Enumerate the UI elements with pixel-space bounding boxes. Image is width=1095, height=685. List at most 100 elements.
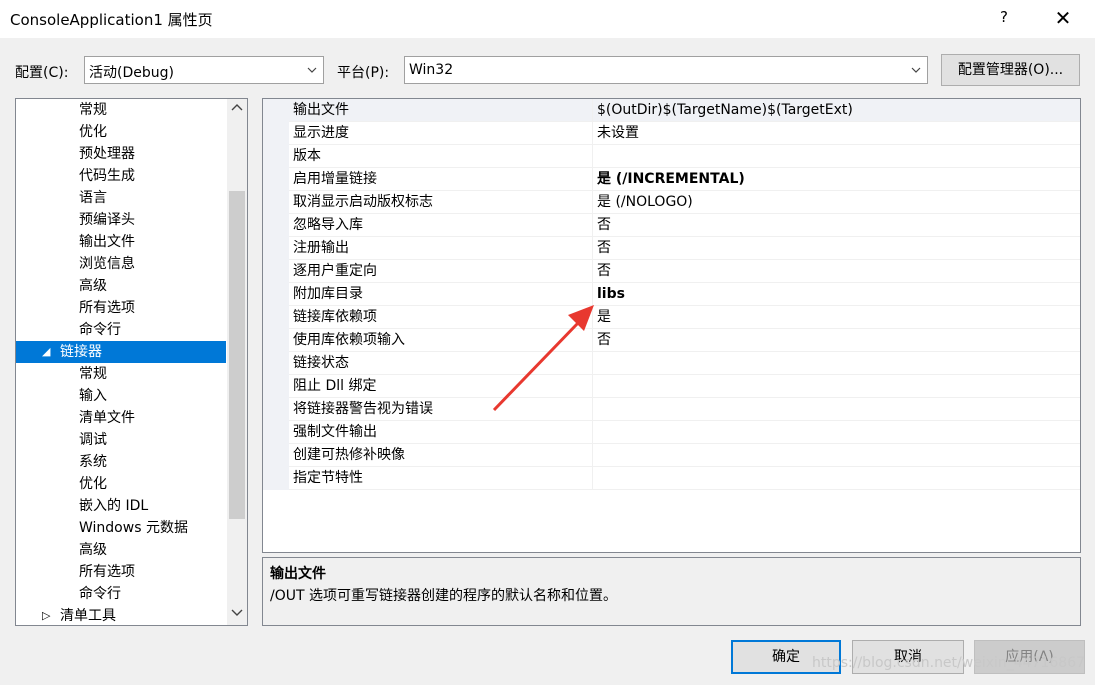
tree-item[interactable]: 常规 <box>16 99 226 121</box>
property-row[interactable]: 链接状态 <box>263 352 1080 375</box>
row-gutter <box>263 122 289 145</box>
tree-item[interactable]: 常规 <box>16 363 226 385</box>
tree-item-label: 预处理器 <box>79 146 135 162</box>
column-divider <box>592 398 593 421</box>
row-gutter <box>263 145 289 168</box>
chevron-down-icon <box>911 67 921 73</box>
tree-item[interactable]: ▷ 清单工具 <box>16 605 226 625</box>
property-name: 强制文件输出 <box>293 424 377 440</box>
tree-item[interactable]: 输入 <box>16 385 226 407</box>
tree-item[interactable]: 命令行 <box>16 319 226 341</box>
tree-item[interactable]: 调试 <box>16 429 226 451</box>
tree-item[interactable]: 高级 <box>16 275 226 297</box>
column-divider <box>592 99 593 122</box>
property-row[interactable]: 逐用户重定向 否 <box>263 260 1080 283</box>
chevron-down-icon[interactable] <box>231 607 243 617</box>
tree-item[interactable]: 命令行 <box>16 583 226 605</box>
property-row[interactable]: 强制文件输出 <box>263 421 1080 444</box>
tree-item-label: 输入 <box>79 388 107 404</box>
property-value[interactable]: 是 <box>597 306 611 329</box>
column-divider <box>592 352 593 375</box>
property-name: 忽略导入库 <box>293 217 363 233</box>
config-manager-button[interactable]: 配置管理器(O)... <box>941 54 1080 86</box>
help-button[interactable]: ? <box>1000 8 1008 26</box>
tree-item[interactable]: 嵌入的 IDL <box>16 495 226 517</box>
property-value[interactable]: 否 <box>597 260 611 283</box>
row-gutter <box>263 306 289 329</box>
property-name: 链接库依赖项 <box>293 309 377 325</box>
watermark: https://blog.csdn.net/weixin_44716867 <box>812 655 1086 671</box>
property-row[interactable]: 附加库目录 libs <box>263 283 1080 306</box>
tree-item[interactable]: 所有选项 <box>16 297 226 319</box>
property-row[interactable]: 使用库依赖项输入 否 <box>263 329 1080 352</box>
tree-item[interactable]: 浏览信息 <box>16 253 226 275</box>
property-name: 将链接器警告视为错误 <box>293 401 433 417</box>
property-name: 创建可热修补映像 <box>293 447 405 463</box>
property-row[interactable]: 忽略导入库 否 <box>263 214 1080 237</box>
tree-item-label: 优化 <box>79 476 107 492</box>
tree-item[interactable]: 清单文件 <box>16 407 226 429</box>
platform-select[interactable]: Win32 <box>404 56 928 84</box>
row-gutter <box>263 191 289 214</box>
property-row[interactable]: 指定节特性 <box>263 467 1080 490</box>
title-bar: ConsoleApplication1 属性页 ? ✕ <box>0 0 1095 38</box>
tree-item[interactable]: 预处理器 <box>16 143 226 165</box>
scrollbar-thumb[interactable] <box>229 191 245 519</box>
property-row[interactable]: 取消显示启动版权标志 是 (/NOLOGO) <box>263 191 1080 214</box>
tree-item[interactable]: 所有选项 <box>16 561 226 583</box>
property-value[interactable]: 是 (/NOLOGO) <box>597 191 693 214</box>
property-value[interactable]: 否 <box>597 329 611 352</box>
column-divider <box>592 260 593 283</box>
config-select[interactable]: 活动(Debug) <box>84 56 324 84</box>
property-value[interactable]: 否 <box>597 237 611 260</box>
tree-item[interactable]: 高级 <box>16 539 226 561</box>
property-value[interactable]: libs <box>597 283 625 306</box>
row-gutter <box>263 444 289 467</box>
tree-scrollbar[interactable] <box>227 99 247 625</box>
tree-item-label: 调试 <box>79 432 107 448</box>
column-divider <box>592 283 593 306</box>
property-value[interactable]: $(OutDir)$(TargetName)$(TargetExt) <box>597 99 853 122</box>
category-tree[interactable]: 常规 优化 预处理器 代码生成 语言 预编译头 输出文件 浏览信息 高级 所有选项 命令行 ◢ 链接器常… <box>15 98 248 626</box>
tree-item[interactable]: ◢ 链接器 <box>16 341 226 363</box>
close-button[interactable]: ✕ <box>1050 4 1076 32</box>
property-row[interactable]: 阻止 Dll 绑定 <box>263 375 1080 398</box>
property-value[interactable]: 未设置 <box>597 122 639 145</box>
column-divider <box>592 375 593 398</box>
property-name: 附加库目录 <box>293 286 363 302</box>
property-row[interactable]: 注册输出 否 <box>263 237 1080 260</box>
tree-item-label: 所有选项 <box>79 564 135 580</box>
property-row[interactable]: 启用增量链接 是 (/INCREMENTAL) <box>263 168 1080 191</box>
row-gutter <box>263 329 289 352</box>
property-grid[interactable]: 输出文件 $(OutDir)$(TargetName)$(TargetExt) 显示… <box>262 98 1081 553</box>
tree-item-label: 清单文件 <box>79 410 135 426</box>
property-row[interactable]: 将链接器警告视为错误 <box>263 398 1080 421</box>
property-name: 取消显示启动版权标志 <box>293 194 433 210</box>
property-value[interactable]: 是 (/INCREMENTAL) <box>597 168 745 191</box>
tree-item[interactable]: 优化 <box>16 121 226 143</box>
tree-item-label: 常规 <box>79 366 107 382</box>
column-divider <box>592 145 593 168</box>
property-name: 注册输出 <box>293 240 349 256</box>
property-row[interactable]: 显示进度 未设置 <box>263 122 1080 145</box>
tree-item[interactable]: 预编译头 <box>16 209 226 231</box>
chevron-up-icon[interactable] <box>231 103 243 113</box>
tree-item[interactable]: 代码生成 <box>16 165 226 187</box>
property-value[interactable]: 否 <box>597 214 611 237</box>
tree-item[interactable]: Windows 元数据 <box>16 517 226 539</box>
tree-item[interactable]: 优化 <box>16 473 226 495</box>
property-row[interactable]: 版本 <box>263 145 1080 168</box>
tree-item-label: 清单工具 <box>60 608 116 624</box>
column-divider <box>592 421 593 444</box>
property-name: 显示进度 <box>293 125 349 141</box>
tree-item[interactable]: 系统 <box>16 451 226 473</box>
collapsed-triangle-icon[interactable]: ▷ <box>42 605 50 625</box>
tree-item[interactable]: 输出文件 <box>16 231 226 253</box>
property-row[interactable]: 输出文件 $(OutDir)$(TargetName)$(TargetExt) <box>263 99 1080 122</box>
property-row[interactable]: 链接库依赖项 是 <box>263 306 1080 329</box>
property-row[interactable]: 创建可热修补映像 <box>263 444 1080 467</box>
tree-item-label: 系统 <box>79 454 107 470</box>
config-select-value: 活动(Debug) <box>89 65 174 81</box>
tree-item[interactable]: 语言 <box>16 187 226 209</box>
expanded-triangle-icon[interactable]: ◢ <box>42 341 50 363</box>
